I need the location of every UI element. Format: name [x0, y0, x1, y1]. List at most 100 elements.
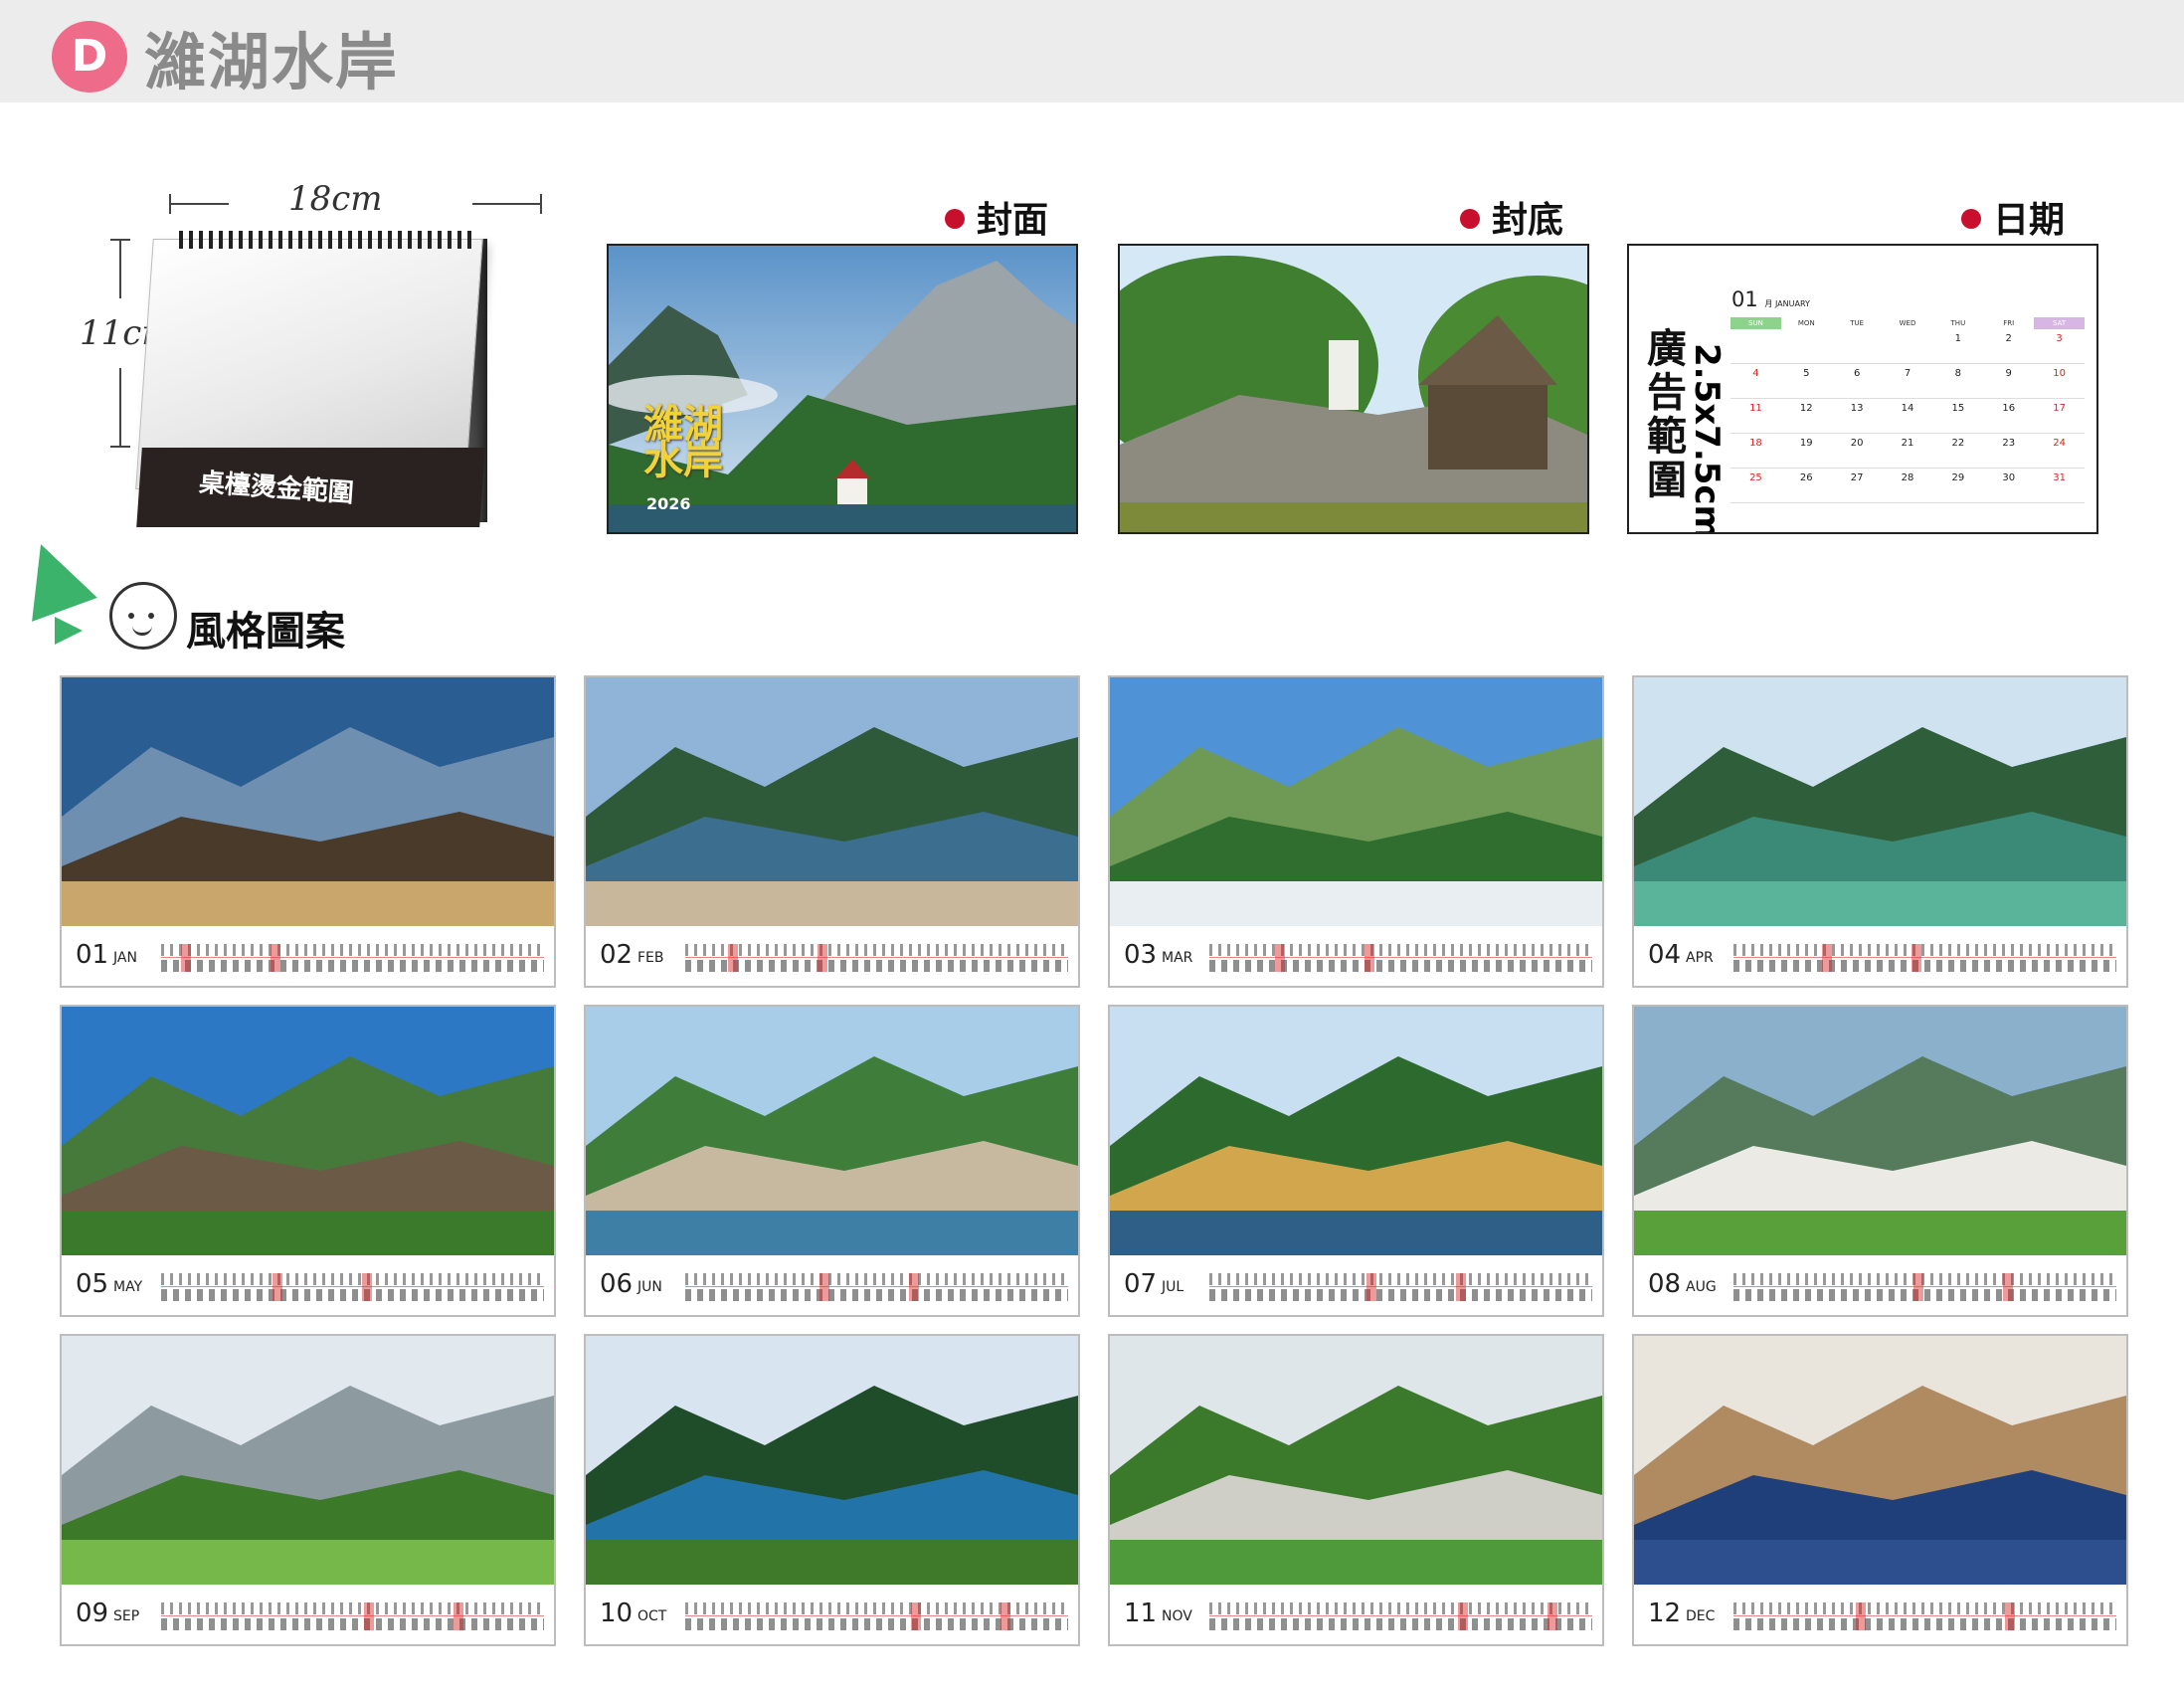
date-grid: SUN MON TUE WED THU FRI SAT 1 2 3 4 5 6 7 8 9 10 11 12 13 1…	[1730, 317, 2086, 503]
girl-face-icon	[109, 582, 177, 650]
month-days-strip	[1733, 1602, 2116, 1630]
date-preview: 廣告範圍 2.5x7.5cm 01 月 JANUARY SUN MON TUE WED…	[1627, 244, 2098, 534]
month-abbr: JAN	[113, 950, 137, 966]
day-cell: 13	[1850, 403, 1864, 414]
month-card: 02 FEB	[584, 675, 1080, 988]
month-days-strip	[1209, 1273, 1592, 1301]
day-cell: 23	[2002, 438, 2016, 449]
month-days-strip	[685, 1273, 1068, 1301]
ad-area-label: 廣告範圍	[1647, 326, 1687, 503]
month-days-strip	[685, 944, 1068, 972]
day-cell: 2	[2005, 333, 2012, 344]
weekday-cell: THU	[1950, 319, 1966, 327]
day-cell: 16	[2002, 403, 2016, 414]
month-photo	[62, 1007, 554, 1255]
month-card: 01 JAN	[60, 675, 556, 988]
month-number: 02	[600, 940, 634, 970]
week-row: 25 26 27 28 29 30 31	[1730, 469, 2085, 503]
month-abbr: OCT	[637, 1608, 667, 1624]
day-cell: 29	[1951, 472, 1965, 483]
month-abbr: JUN	[637, 1279, 662, 1295]
month-number: 12	[1648, 1599, 1682, 1628]
triangle-icon	[8, 532, 97, 622]
weekday-header: SUN MON TUE WED THU FRI SAT	[1730, 317, 2086, 329]
month-abbr: MAR	[1162, 950, 1193, 966]
month-card: 03 MAR	[1108, 675, 1604, 988]
day-cell: 10	[2053, 368, 2066, 379]
cover-year: 2026	[646, 494, 691, 513]
month-number: 06	[600, 1269, 634, 1299]
cover-calligraphy-title: 濰湖 水岸	[643, 401, 723, 483]
month-card: 06 JUN	[584, 1005, 1080, 1317]
month-photo	[1110, 1336, 1602, 1585]
month-number: 11	[1124, 1599, 1158, 1628]
day-cell: 6	[1853, 368, 1861, 379]
day-cell: 8	[1954, 368, 1962, 379]
day-cell: 24	[2053, 438, 2066, 449]
cover-preview: 濰湖 水岸 2026	[607, 244, 1078, 534]
month-abbr: JUL	[1162, 1279, 1184, 1295]
weekday-cell: FRI	[2003, 319, 2015, 327]
month-number: 05	[76, 1269, 109, 1299]
date-label: 日期	[1961, 191, 2065, 243]
month-footer: 06 JUN	[586, 1255, 1078, 1315]
day-cell	[1781, 329, 1832, 363]
width-label: 18cm	[288, 179, 383, 219]
month-photo	[586, 677, 1078, 926]
day-cell: 30	[2002, 472, 2016, 483]
month-footer: 05 MAY	[62, 1255, 554, 1315]
month-abbr: APR	[1686, 950, 1714, 966]
week-row: 1 2 3	[1730, 329, 2085, 364]
month-photo	[1634, 1336, 2126, 1585]
month-card: 04 APR	[1632, 675, 2128, 988]
day-cell: 26	[1799, 472, 1813, 483]
month-photo	[1110, 677, 1602, 926]
month-abbr: AUG	[1686, 1279, 1717, 1295]
month-card: 09 SEP	[60, 1334, 556, 1646]
month-card: 08 AUG	[1632, 1005, 2128, 1317]
day-cell	[1832, 329, 1883, 363]
day-cell: 18	[1749, 438, 1762, 449]
back-preview	[1118, 244, 1589, 534]
day-cell: 21	[1901, 438, 1914, 449]
back-label: 封底	[1460, 191, 1563, 243]
bullet-icon	[1460, 209, 1480, 229]
week-row: 11 12 13 14 15 16 17	[1730, 399, 2085, 434]
month-number: 04	[1648, 940, 1682, 970]
month-number: 08	[1648, 1269, 1682, 1299]
month-number: 09	[76, 1599, 109, 1628]
day-cell: 5	[1803, 368, 1810, 379]
day-cell	[1883, 329, 1933, 363]
month-days-strip	[1209, 1602, 1592, 1630]
month-number: 03	[1124, 940, 1158, 970]
day-cell: 20	[1850, 438, 1864, 449]
day-cell	[1730, 329, 1781, 363]
day-cell: 27	[1850, 472, 1864, 483]
day-cell: 28	[1901, 472, 1914, 483]
month-footer: 07 JUL	[1110, 1255, 1602, 1315]
day-cell: 15	[1951, 403, 1965, 414]
style-section-label: 風格圖案	[186, 609, 345, 655]
month-days-strip	[161, 1273, 544, 1301]
month-abbr: DEC	[1686, 1608, 1716, 1624]
day-cell: 14	[1901, 403, 1914, 414]
month-footer: 04 APR	[1634, 926, 2126, 986]
month-photo	[1110, 1007, 1602, 1255]
desk-calendar-mockup: 18cm 11cm 桌檯燙金範圍	[70, 179, 542, 527]
month-number: 10	[600, 1599, 634, 1628]
weekday-cell: WED	[1899, 319, 1916, 327]
day-cell: 3	[2056, 333, 2063, 344]
month-footer: 12 DEC	[1634, 1585, 2126, 1644]
month-footer: 10 OCT	[586, 1585, 1078, 1644]
week-row: 4 5 6 7 8 9 10	[1730, 364, 2085, 399]
month-days-strip	[685, 1602, 1068, 1630]
day-cell: 7	[1904, 368, 1911, 379]
month-days-strip	[161, 944, 544, 972]
month-footer: 08 AUG	[1634, 1255, 2126, 1315]
month-photo	[586, 1336, 1078, 1585]
month-days-strip	[1209, 944, 1592, 972]
month-days-strip	[1733, 1273, 2116, 1301]
month-card: 12 DEC	[1632, 1334, 2128, 1646]
weekday-cell: MON	[1797, 319, 1815, 327]
month-photo	[586, 1007, 1078, 1255]
